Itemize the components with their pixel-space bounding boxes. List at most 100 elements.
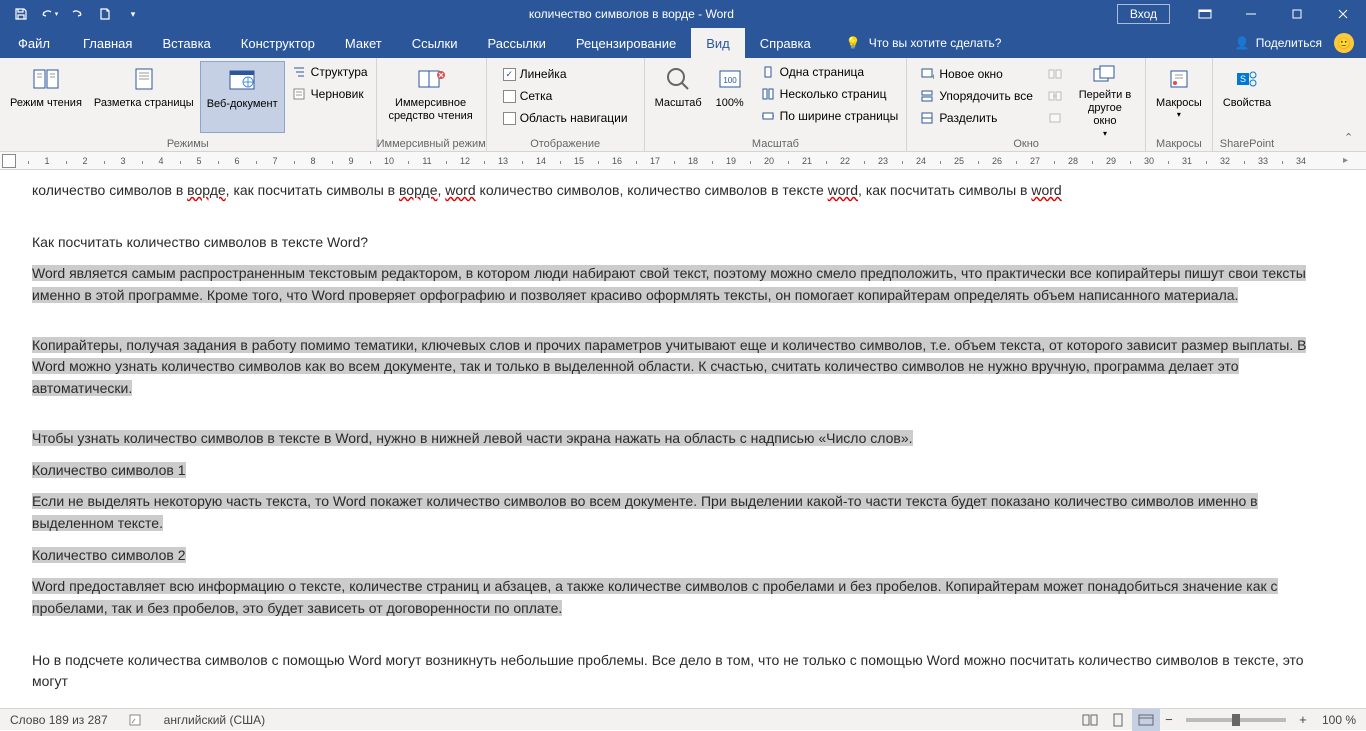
minimize-button[interactable]	[1228, 0, 1274, 28]
language[interactable]: английский (США)	[154, 709, 275, 731]
zoom-100-button[interactable]: 100 100%	[708, 61, 752, 133]
group-label: SharePoint	[1220, 138, 1274, 150]
tab-home[interactable]: Главная	[68, 28, 147, 58]
selected-text[interactable]: Word является самым распространенным тек…	[32, 265, 1306, 303]
tell-me[interactable]: 💡 Что вы хотите сделать?	[846, 28, 1002, 58]
group-label: Окно	[1013, 138, 1039, 150]
web-layout-button[interactable]: Веб-документ	[200, 61, 285, 133]
tab-help[interactable]: Справка	[745, 28, 826, 58]
draft-button[interactable]: Черновик	[287, 83, 372, 105]
selected-text[interactable]: Если не выделять некоторую часть текста,…	[32, 493, 1258, 531]
maximize-button[interactable]	[1274, 0, 1320, 28]
paragraph[interactable]: Как посчитать количество символов в текс…	[32, 232, 1334, 254]
group-zoom: Масштаб 100 100% Одна страница Несколько…	[645, 58, 908, 152]
paragraph[interactable]: Word предоставляет всю информацию о текс…	[32, 576, 1334, 619]
page-width-button[interactable]: По ширине страницы	[756, 105, 903, 127]
group-show: Линейка Сетка Область навигации Отображе…	[487, 58, 645, 152]
side-by-side-button[interactable]	[1043, 63, 1067, 85]
spellerror[interactable]: ворде	[187, 182, 226, 198]
status-bar: Слово 189 из 287 английский (США) − + 10…	[0, 708, 1366, 730]
feedback-smiley-icon[interactable]: 🙂	[1334, 33, 1354, 53]
quick-access-toolbar: ▾ ▾	[0, 2, 146, 26]
zoom-icon	[662, 63, 694, 95]
tab-review[interactable]: Рецензирование	[561, 28, 691, 58]
outline-button[interactable]: Структура	[287, 61, 372, 83]
immersive-reader-button[interactable]: Иммерсивное средство чтения	[381, 61, 481, 133]
paragraph[interactable]: Чтобы узнать количество символов в текст…	[32, 428, 1334, 450]
tab-design[interactable]: Конструктор	[226, 28, 330, 58]
selected-text[interactable]: Копирайтеры, получая задания в работу по…	[32, 337, 1306, 396]
arrange-all-button[interactable]: Упорядочить все	[915, 85, 1037, 107]
share-label: Поделиться	[1256, 36, 1322, 50]
checkbox-icon	[503, 68, 516, 81]
redo-button[interactable]	[64, 2, 90, 26]
group-label: Режимы	[0, 138, 376, 152]
word-count[interactable]: Слово 189 из 287	[0, 709, 118, 731]
zoom-in-button[interactable]: +	[1294, 709, 1312, 731]
read-mode-icon	[30, 63, 62, 95]
share-button[interactable]: 👤 Поделиться	[1235, 36, 1322, 50]
collapse-ribbon-button[interactable]: ⌃	[1344, 131, 1360, 147]
print-layout-view[interactable]	[1104, 709, 1132, 731]
print-layout-button[interactable]: Разметка страницы	[88, 61, 200, 133]
split-icon	[919, 110, 935, 126]
web-layout-icon	[226, 64, 258, 96]
undo-button[interactable]: ▾	[36, 2, 62, 26]
lightbulb-icon: 💡	[846, 36, 861, 50]
close-button[interactable]	[1320, 0, 1366, 28]
selected-text[interactable]: Количество символов 1	[32, 462, 186, 478]
spellerror[interactable]: word	[828, 182, 858, 198]
grid-checkbox[interactable]: Сетка	[499, 85, 632, 107]
qat-customize-button[interactable]: ▾	[120, 2, 146, 26]
zoom-out-button[interactable]: −	[1160, 709, 1178, 731]
split-button[interactable]: Разделить	[915, 107, 1037, 129]
selected-text[interactable]: Word предоставляет всю информацию о текс…	[32, 578, 1278, 616]
new-doc-button[interactable]	[92, 2, 118, 26]
spellerror[interactable]: word	[1031, 182, 1061, 198]
ribbon-display-options[interactable]	[1182, 0, 1228, 28]
group-views: Режим чтения Разметка страницы Веб-докум…	[0, 58, 377, 152]
tab-references[interactable]: Ссылки	[397, 28, 473, 58]
new-window-button[interactable]: +Новое окно	[915, 63, 1037, 85]
paragraph[interactable]: Word является самым распространенным тек…	[32, 263, 1334, 306]
macros-button[interactable]: Макросы▾	[1150, 61, 1208, 133]
read-mode-view[interactable]	[1076, 709, 1104, 731]
zoom-thumb[interactable]	[1232, 714, 1240, 726]
signin-button[interactable]: Вход	[1117, 4, 1170, 24]
tab-insert[interactable]: Вставка	[147, 28, 225, 58]
properties-button[interactable]: S Свойства	[1217, 61, 1277, 133]
tab-view[interactable]: Вид	[691, 28, 745, 58]
paragraph[interactable]: Но в подсчете количества символов с помо…	[32, 650, 1334, 693]
switch-windows-button[interactable]: Перейти в другое окно▾	[1069, 61, 1141, 133]
paragraph[interactable]: Количество символов 1	[32, 460, 1334, 482]
selected-text[interactable]: Количество символов 2	[32, 547, 186, 563]
tab-selector[interactable]	[2, 154, 16, 168]
tab-mailings[interactable]: Рассылки	[472, 28, 560, 58]
web-layout-view[interactable]	[1132, 709, 1160, 731]
ruler-checkbox[interactable]: Линейка	[499, 63, 632, 85]
paragraph[interactable]: Количество символов 2	[32, 545, 1334, 567]
zoom-level[interactable]: 100 %	[1312, 709, 1366, 731]
zoom-button[interactable]: Масштаб	[649, 61, 708, 133]
horizontal-ruler[interactable]: 1234567891011121314151617181920212223242…	[0, 152, 1366, 170]
sync-scroll-button[interactable]	[1043, 85, 1067, 107]
nav-pane-checkbox[interactable]: Область навигации	[499, 107, 632, 129]
zoom-slider[interactable]	[1186, 718, 1286, 722]
tab-file[interactable]: Файл	[0, 28, 68, 58]
save-button[interactable]	[8, 2, 34, 26]
spellerror[interactable]: word	[445, 182, 475, 198]
paragraph[interactable]: Если не выделять некоторую часть текста,…	[32, 491, 1334, 534]
one-page-button[interactable]: Одна страница	[756, 61, 903, 83]
selected-text[interactable]: Чтобы узнать количество символов в текст…	[32, 430, 913, 446]
group-immersive: Иммерсивное средство чтения Иммерсивный …	[377, 58, 487, 152]
document-area[interactable]: количество символов в ворде, как посчита…	[0, 170, 1366, 708]
spell-check[interactable]	[118, 709, 154, 731]
reset-window-button[interactable]	[1043, 107, 1067, 129]
paragraph[interactable]: Копирайтеры, получая задания в работу по…	[32, 335, 1334, 400]
tab-layout[interactable]: Макет	[330, 28, 397, 58]
read-mode-button[interactable]: Режим чтения	[4, 61, 88, 133]
zoom-100-icon: 100	[714, 63, 746, 95]
spellerror[interactable]: ворде	[399, 182, 438, 198]
paragraph[interactable]: количество символов в ворде, как посчита…	[32, 180, 1334, 202]
multi-page-button[interactable]: Несколько страниц	[756, 83, 903, 105]
